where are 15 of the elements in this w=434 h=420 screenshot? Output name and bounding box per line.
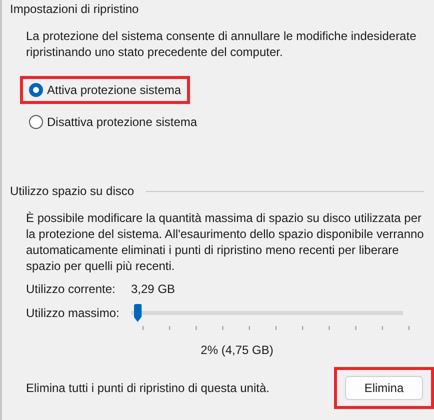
delete-text: Elimina tutti i punti di ripristino di questa unità. — [26, 381, 270, 395]
field-label: Utilizzo corrente: — [26, 282, 116, 296]
radio-button[interactable] — [29, 115, 43, 129]
radio-button[interactable] — [29, 83, 43, 97]
delete-button[interactable]: Elimina — [345, 376, 423, 400]
description-text: È possibile modificare la quantità massima di spazio su disco utilizzata per la protezione del sistema. All'esaurimento dello spazio disponibile verranno automaticamente eliminati i punti di ripristino meno recenti per liberare spazio per quelli più recenti. — [26, 210, 424, 274]
group-title: Impostazioni di ripristino — [10, 2, 139, 16]
field-value: 3,29 GB — [131, 282, 176, 296]
group-title: Utilizzo spazio su disco — [10, 184, 134, 198]
radio-label[interactable]: Disattiva protezione sistema — [47, 115, 198, 129]
description-text: La protezione del sistema consente di annullare le modifiche indesiderate ripristinando uno stato precedente del computer. — [26, 28, 418, 60]
radio-label[interactable]: Attiva protezione sistema — [47, 83, 182, 97]
slider-thumb[interactable] — [134, 304, 142, 322]
slider-reading: 2% (4,75 GB) — [200, 343, 274, 357]
field-label: Utilizzo massimo: — [26, 306, 120, 320]
